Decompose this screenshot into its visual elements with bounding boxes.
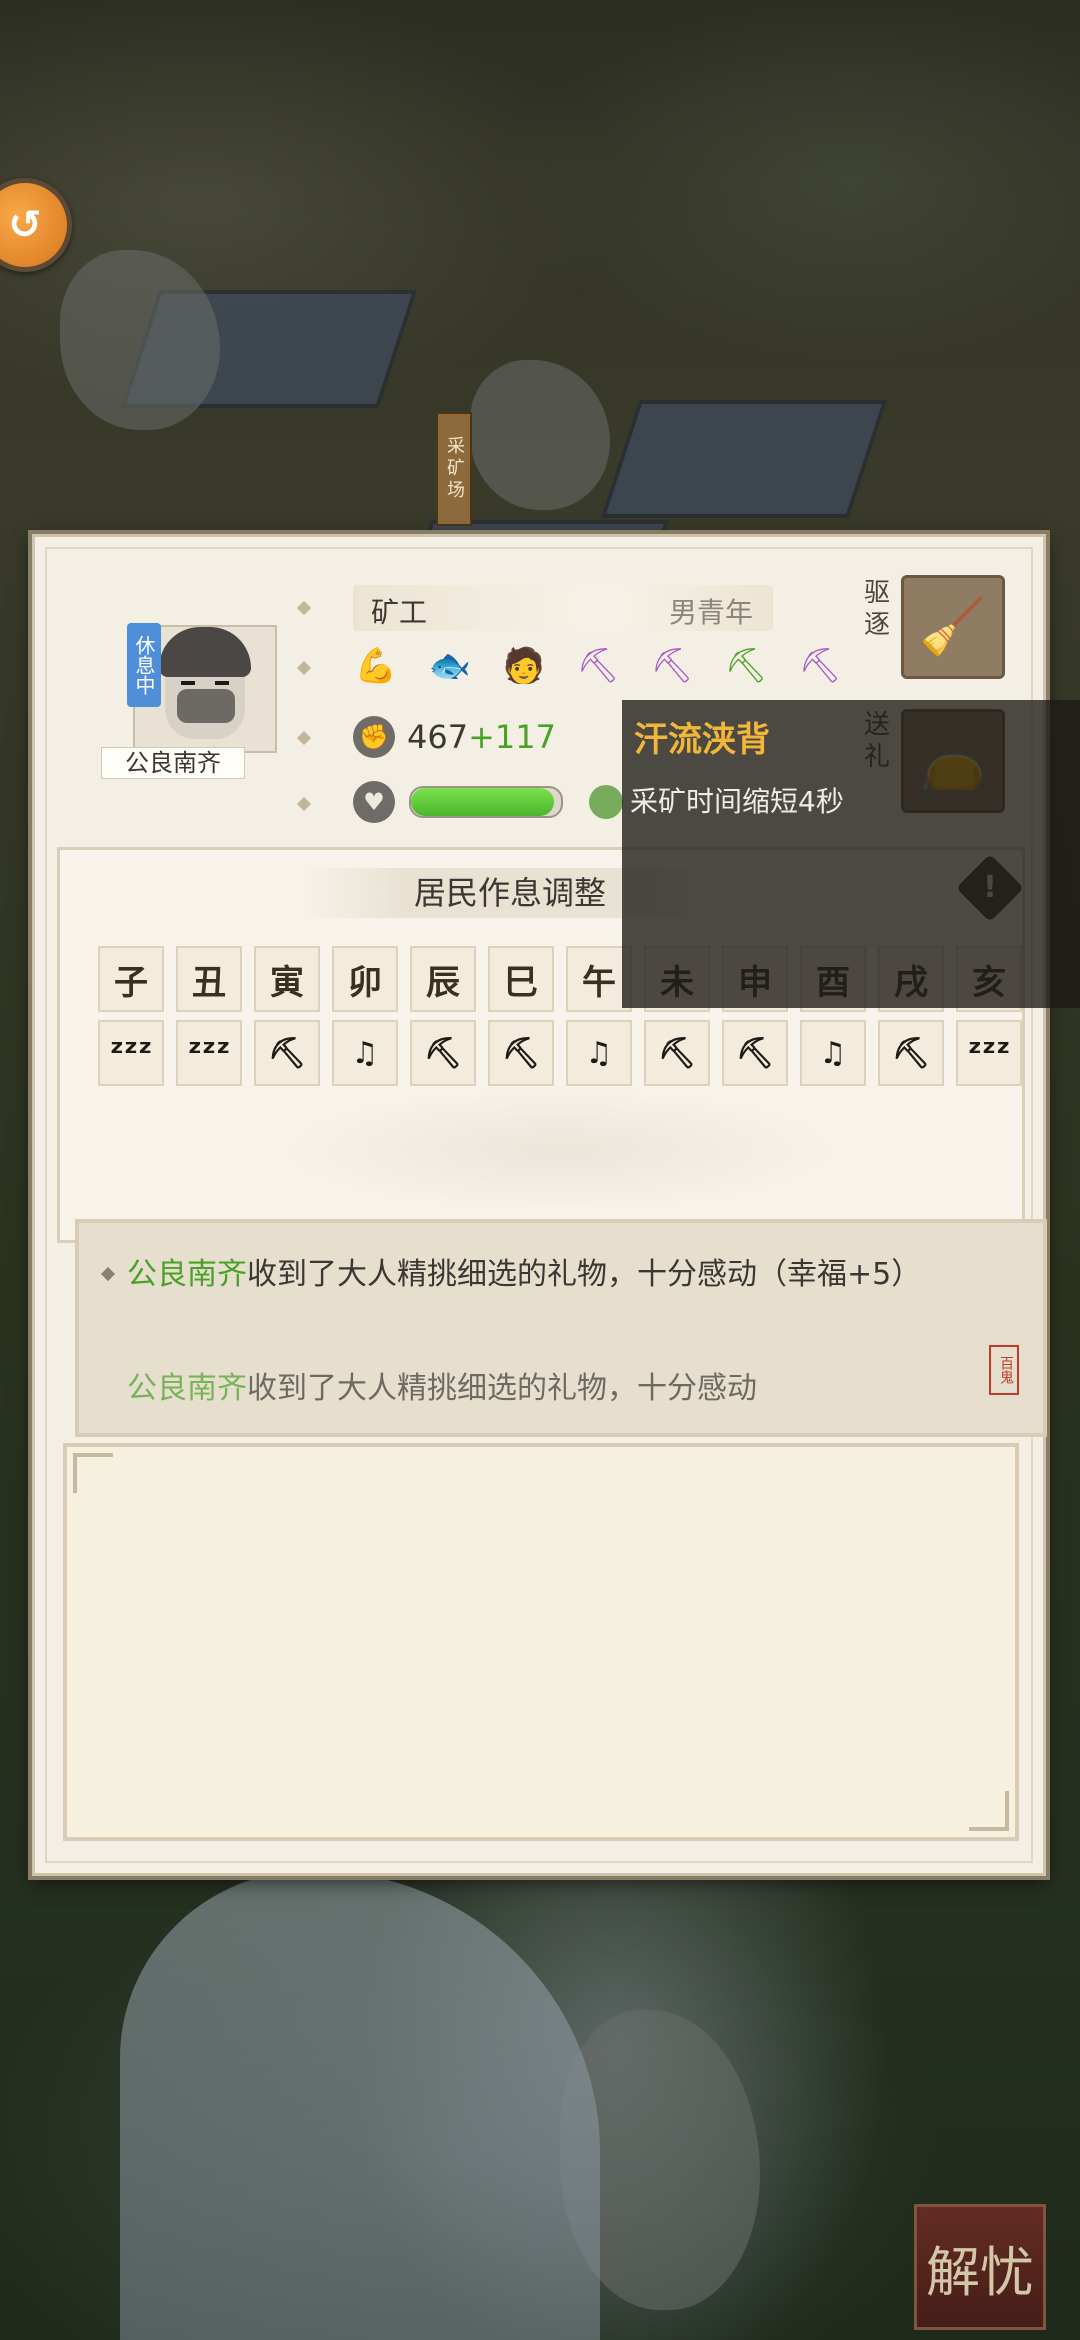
hour-cell: 寅: [254, 946, 320, 1012]
leisure-activity-icon[interactable]: ♫: [332, 1020, 398, 1086]
log-text: 收到了大人精挑细选的礼物，十分感动: [247, 1371, 757, 1406]
sleep-activity-icon[interactable]: ᶻᶻᶻ: [98, 1020, 164, 1086]
stat-base-value: 467: [407, 718, 469, 756]
log-entry: 公良南齐收到了大人精挑细选的礼物，十分感动: [127, 1363, 987, 1407]
expel-label: 驱逐: [863, 578, 890, 640]
work-activity-icon[interactable]: ⛏: [410, 1020, 476, 1086]
hour-cell: 卯: [332, 946, 398, 1012]
fish-icon[interactable]: 🐟: [427, 643, 473, 689]
tooltip-description: 采矿时间缩短4秒: [630, 785, 844, 818]
work-activity-icon[interactable]: ⛏: [254, 1020, 320, 1086]
muscle-icon[interactable]: 💪: [353, 643, 399, 689]
hour-cell: 丑: [176, 946, 242, 1012]
tooltip-title: 汗流浃背: [634, 720, 770, 760]
pickaxe-icon[interactable]: ⛏: [649, 643, 695, 689]
job-title: 矿工: [371, 596, 428, 629]
detail-blank-area: [63, 1443, 1019, 1841]
log-resident-name[interactable]: 公良南齐: [127, 1371, 247, 1406]
relieve-worries-button[interactable]: 解忧: [914, 2204, 1046, 2330]
leisure-activity-icon[interactable]: ♫: [800, 1020, 866, 1086]
broom-icon: 🧹: [919, 595, 987, 658]
status-badge: 休息中: [127, 623, 161, 707]
expel-button[interactable]: 🧹: [901, 575, 1005, 679]
ability-icon: ✊: [353, 716, 395, 758]
seal-stamp: 百鬼: [989, 1345, 1019, 1395]
work-activity-icon[interactable]: ⛏: [878, 1020, 944, 1086]
happiness-row: ♥: [353, 781, 623, 823]
log-bullet: [100, 1266, 116, 1282]
arrow-icon: ↺: [8, 202, 42, 248]
pick-pot-icon[interactable]: ⛏: [575, 643, 621, 689]
activity-row: ᶻᶻᶻ ᶻᶻᶻ ⛏ ♫ ⛏ ⛏ ♫ ⛏ ⛏ ♫ ⛏ ᶻᶻᶻ: [98, 1020, 1022, 1086]
trait-icons: 💪 🐟 🧑 ⛏ ⛏ ⛏ ⛏: [353, 643, 843, 693]
sleep-activity-icon[interactable]: ᶻᶻᶻ: [956, 1020, 1022, 1086]
job-field: 矿工 男青年: [353, 585, 773, 631]
resident-name: 公良南齐: [101, 747, 245, 779]
log-resident-name[interactable]: 公良南齐: [127, 1257, 247, 1292]
log-text: 收到了大人精挑细选的礼物，十分感动（幸福+5）: [247, 1257, 922, 1292]
pick-pot-icon-2[interactable]: ⛏: [797, 643, 843, 689]
heart-icon: ♥: [353, 781, 395, 823]
mine-sign[interactable]: 采矿场: [436, 412, 472, 526]
hour-cell: 巳: [488, 946, 554, 1012]
happiness-bar: [409, 786, 563, 818]
leaf-icon[interactable]: [589, 785, 623, 819]
sleep-activity-icon[interactable]: ᶻᶻᶻ: [176, 1020, 242, 1086]
work-activity-icon[interactable]: ⛏: [644, 1020, 710, 1086]
event-log[interactable]: 公良南齐收到了大人精挑细选的礼物，十分感动（幸福+5） 公良南齐收到了大人精挑细…: [75, 1219, 1047, 1437]
work-activity-icon[interactable]: ⛏: [488, 1020, 554, 1086]
work-activity-icon[interactable]: ⛏: [722, 1020, 788, 1086]
log-entry: 公良南齐收到了大人精挑细选的礼物，十分感动（幸福+5）: [127, 1255, 987, 1295]
river: [120, 1870, 600, 2340]
happiness-bar-fill: [411, 788, 554, 816]
trait-tooltip: 汗流浃背 采矿时间缩短4秒: [622, 700, 1080, 1008]
pickaxe-green-icon[interactable]: ⛏: [723, 643, 769, 689]
chef-icon[interactable]: 🧑: [501, 643, 547, 689]
leisure-activity-icon[interactable]: ♫: [566, 1020, 632, 1086]
age-gender: 男青年: [668, 596, 753, 629]
hour-cell: 辰: [410, 946, 476, 1012]
stat-bonus-value: +117: [468, 718, 556, 756]
ability-stat: ✊ 467 +117: [353, 713, 556, 761]
hour-cell: 子: [98, 946, 164, 1012]
